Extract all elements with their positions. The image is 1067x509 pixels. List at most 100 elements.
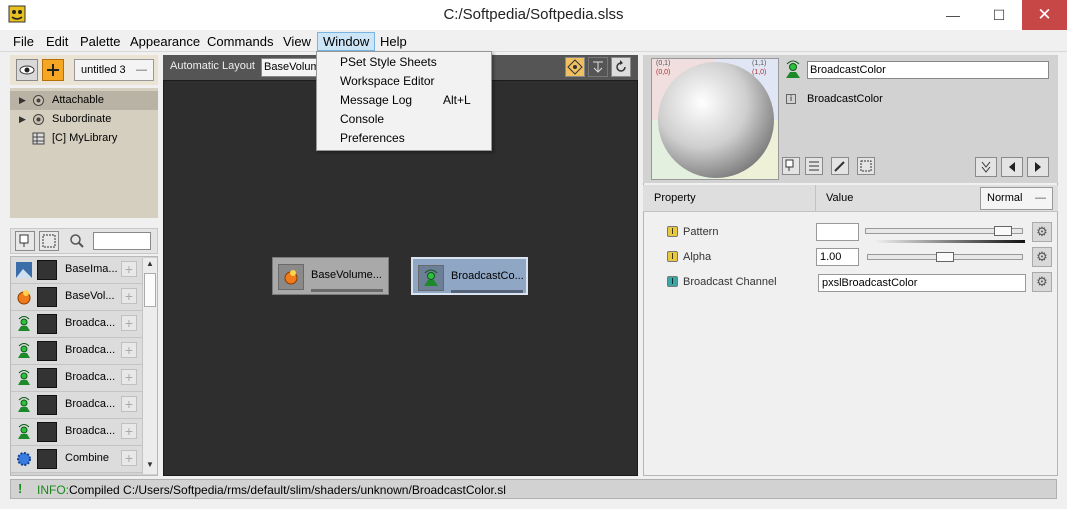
fit-view-button[interactable] <box>565 57 585 77</box>
preview-list-button[interactable] <box>805 157 823 175</box>
pattern-color-field[interactable] <box>816 223 859 241</box>
select-icon <box>860 160 872 172</box>
menu-commands[interactable]: Commands <box>202 32 278 51</box>
menu-item-pset-style-sheets[interactable]: PSet Style Sheets <box>317 53 491 72</box>
list-item[interactable]: Broadca... + <box>11 419 143 446</box>
combine-icon <box>17 452 31 466</box>
gear-icon[interactable]: ⚙ <box>1032 222 1052 242</box>
expand-arrow-icon[interactable]: ▶ <box>19 91 26 110</box>
menu-bar: File Edit Palette Appearance Commands Vi… <box>0 30 1067 52</box>
broadcast-icon <box>424 269 438 286</box>
list-item[interactable]: Combine + <box>11 446 143 473</box>
alpha-value-field[interactable]: 1.00 <box>816 248 859 266</box>
menu-item-preferences[interactable]: Preferences <box>317 129 491 148</box>
add-node-button[interactable]: + <box>121 423 137 439</box>
broadcast-channel-field[interactable]: pxslBroadcastColor <box>818 274 1026 292</box>
scroll-down-icon[interactable]: ▼ <box>144 460 156 472</box>
menu-item-console[interactable]: Console <box>317 110 491 129</box>
mode-select[interactable]: Normal — <box>980 187 1053 210</box>
grid-icon <box>42 234 56 248</box>
palette-select[interactable]: untitled 3 — <box>74 59 154 81</box>
color-swatch <box>37 449 57 469</box>
menu-item-workspace-editor[interactable]: Workspace Editor <box>317 72 491 91</box>
next-button[interactable] <box>1027 157 1049 177</box>
menu-appearance[interactable]: Appearance <box>125 32 205 51</box>
pattern-slider[interactable] <box>865 226 1023 236</box>
preview-node-button[interactable] <box>782 157 800 175</box>
alpha-slider[interactable] <box>867 252 1023 262</box>
gear-icon[interactable]: ⚙ <box>1032 247 1052 267</box>
shader-preview[interactable]: (0,1) (1,1) (0,0) (1,0) <box>651 58 779 180</box>
scroll-up-icon[interactable]: ▲ <box>144 259 156 271</box>
maximize-button[interactable]: ☐ <box>976 0 1022 30</box>
list-item[interactable]: BaseIma... + <box>11 257 143 284</box>
property-row-broadcast-channel: I Broadcast Channel pxslBroadcastColor ⚙ <box>643 270 1058 295</box>
scroll-thumb[interactable] <box>144 273 156 307</box>
node-name-input[interactable] <box>807 61 1049 79</box>
menu-edit[interactable]: Edit <box>41 32 73 51</box>
node-info-label: BroadcastColor <box>807 93 883 105</box>
tree-item-mylibrary[interactable]: [C] MyLibrary <box>10 129 158 148</box>
preview-edit-button[interactable] <box>831 157 849 175</box>
menu-palette[interactable]: Palette <box>75 32 125 51</box>
list-item[interactable]: Broadca... + <box>11 392 143 419</box>
menu-window[interactable]: Window <box>317 32 376 51</box>
add-node-button[interactable]: + <box>121 369 137 385</box>
preview-select-button[interactable] <box>857 157 875 175</box>
add-node-button[interactable]: + <box>121 450 137 466</box>
layout-select-value: BaseVolum <box>264 61 320 73</box>
tree-item-label: Subordinate <box>52 113 112 125</box>
color-swatch <box>37 314 57 334</box>
menu-file[interactable]: File <box>8 32 39 51</box>
property-row-pattern: I Pattern ⚙ <box>643 220 1058 245</box>
layout-tree-button[interactable] <box>588 57 608 77</box>
collapse-button[interactable] <box>975 157 997 177</box>
add-node-button[interactable]: + <box>121 342 137 358</box>
slider-thumb[interactable] <box>994 226 1012 236</box>
node-search-input[interactable] <box>93 232 151 250</box>
status-prefix: INFO: <box>37 483 69 497</box>
slider-thumb[interactable] <box>936 252 954 262</box>
info-icon: i <box>786 94 796 104</box>
minimize-button[interactable]: — <box>930 0 976 30</box>
broadcast-icon <box>18 424 30 439</box>
list-item[interactable]: Broadca... + <box>11 338 143 365</box>
volume-icon <box>17 290 31 305</box>
view-toggle-button[interactable] <box>16 59 38 81</box>
node-label: Broadca... <box>65 425 116 437</box>
node-list: BaseIma... + BaseVol... + Broadca... + B… <box>10 256 158 476</box>
add-node-button[interactable]: + <box>121 396 137 412</box>
menu-help[interactable]: Help <box>375 32 412 51</box>
broadcast-icon <box>18 397 30 412</box>
add-node-button[interactable]: + <box>121 288 137 304</box>
node-output-bar <box>311 289 383 292</box>
graph-node-broadcastcolor[interactable]: BroadcastCo... <box>411 257 528 295</box>
previous-button[interactable] <box>1001 157 1023 177</box>
graph-node-basevolume[interactable]: BaseVolume... <box>272 257 389 295</box>
gear-icon[interactable]: ⚙ <box>1032 272 1052 292</box>
expand-arrow-icon[interactable]: ▶ <box>19 110 26 129</box>
info-icon: I <box>667 276 678 287</box>
node-thumbnail <box>278 264 304 290</box>
tree-item-attachable[interactable]: ▶ Attachable <box>10 91 158 110</box>
tree-item-label: Attachable <box>52 94 104 106</box>
grid-view-button[interactable] <box>39 231 59 251</box>
menu-view[interactable]: View <box>278 32 316 51</box>
refresh-button[interactable] <box>611 57 631 77</box>
node-icon <box>785 159 794 171</box>
menu-item-message-log[interactable]: Message Log Alt+L <box>317 91 491 110</box>
add-node-button[interactable]: + <box>121 315 137 331</box>
property-header: Property Value Normal — <box>643 185 1058 212</box>
list-item[interactable]: BaseVol... + <box>11 284 143 311</box>
node-menu-button[interactable] <box>15 231 35 251</box>
property-label: Broadcast Channel <box>683 276 777 288</box>
add-palette-button[interactable] <box>42 59 64 81</box>
list-item[interactable]: Broadca... + <box>11 311 143 338</box>
add-node-button[interactable]: + <box>121 261 137 277</box>
tree-item-subordinate[interactable]: ▶ Subordinate <box>10 110 158 129</box>
layout-select[interactable]: BaseVolum <box>261 58 321 77</box>
node-list-scrollbar[interactable]: ▲ ▼ <box>142 258 157 474</box>
list-item[interactable]: Broadca... + <box>11 365 143 392</box>
close-button[interactable]: ✕ <box>1022 0 1067 30</box>
arrow-right-icon <box>1035 162 1041 172</box>
